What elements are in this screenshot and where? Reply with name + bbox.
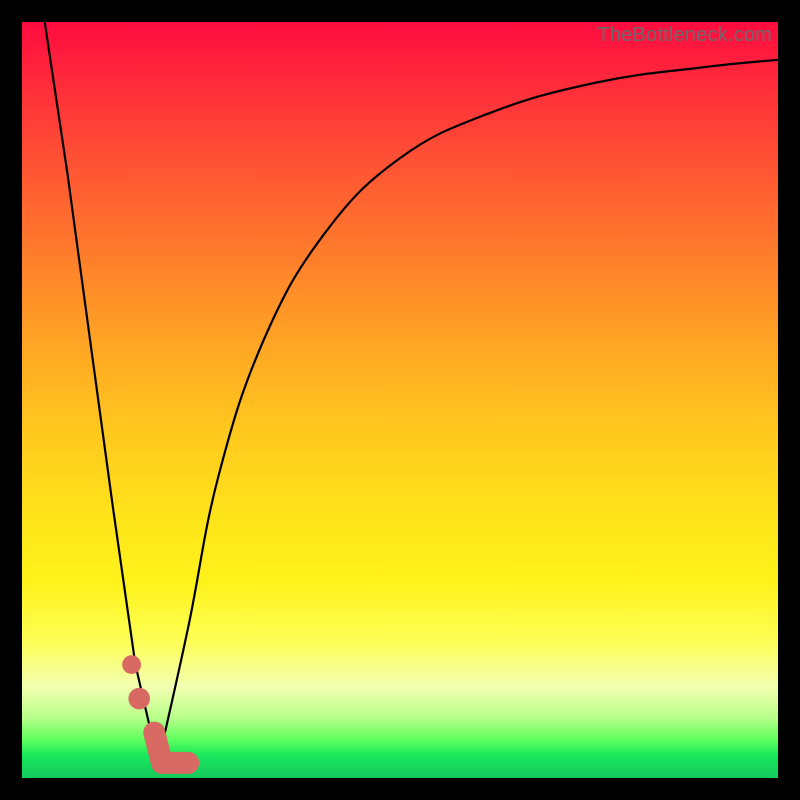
curve-right-ascent [158,60,778,763]
optimal-marker-dots [122,655,150,709]
chart-frame: TheBottleneck.com [0,0,800,800]
optimal-marker-dot [128,688,150,710]
optimal-marker-hook [154,733,188,763]
curve-left-descent [45,22,158,763]
optimal-marker-dot [122,655,141,674]
plot-area: TheBottleneck.com [22,22,778,778]
chart-svg [22,22,778,778]
